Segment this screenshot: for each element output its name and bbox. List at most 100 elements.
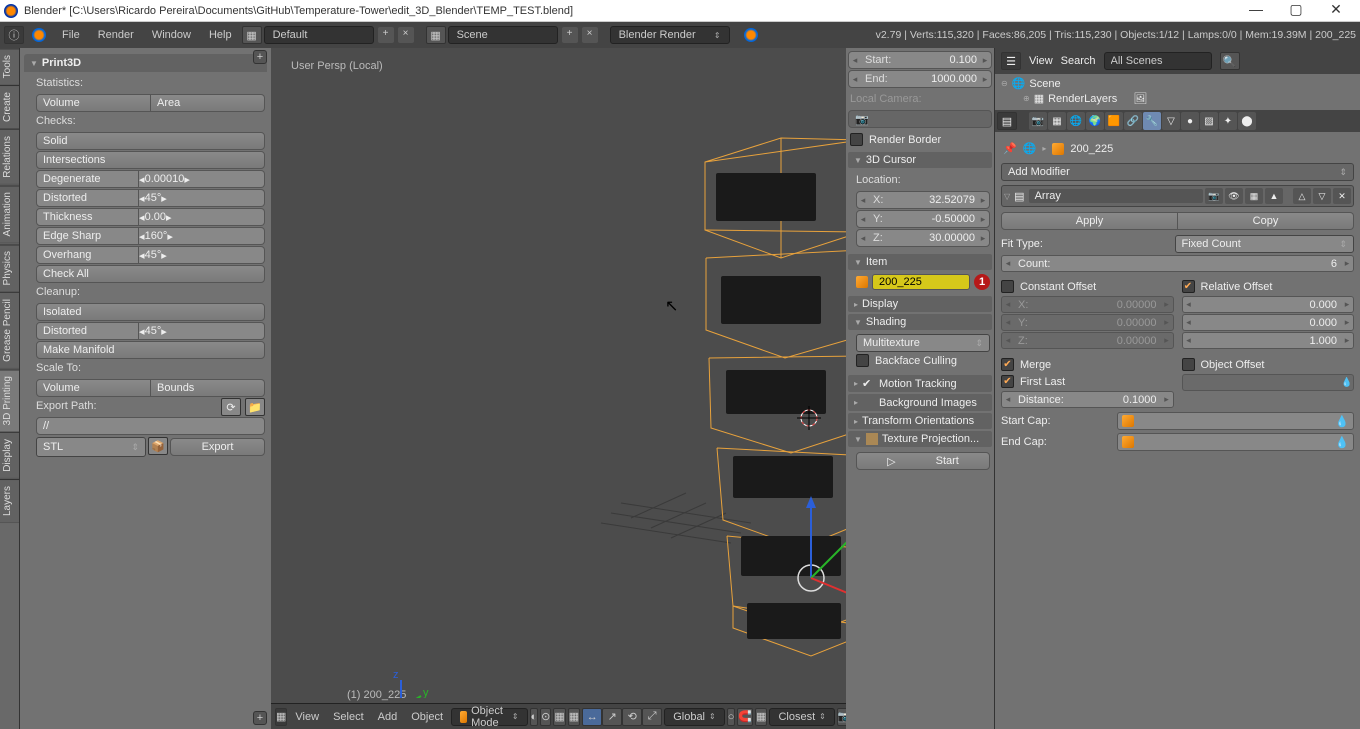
- tab-animation[interactable]: Animation: [0, 185, 19, 243]
- 3d-viewport[interactable]: User Persp (Local) (1) 200_225: [271, 48, 846, 729]
- start-button[interactable]: ▷Start: [856, 452, 990, 470]
- tab-grease-pencil[interactable]: Grease Pencil: [0, 292, 19, 369]
- distorted2-button[interactable]: Distorted: [36, 322, 139, 340]
- tab-constraints[interactable]: 🔗: [1124, 112, 1142, 130]
- distorted-button[interactable]: Distorted: [36, 189, 139, 207]
- motion-tracking-header[interactable]: ▸✔Motion Tracking: [848, 375, 992, 392]
- scene-remove-button[interactable]: ×: [582, 27, 598, 43]
- constant-offset-checkbox[interactable]: [1001, 280, 1014, 293]
- item-header[interactable]: ▼Item: [848, 254, 992, 270]
- item-name-field[interactable]: 200_225: [872, 274, 970, 290]
- outliner-scene-row[interactable]: ⊖🌐Scene: [1001, 76, 1354, 91]
- cursor-z[interactable]: ◂Z:30.00000▸: [856, 229, 990, 247]
- edge-sharp-value[interactable]: ◂160°▸: [139, 227, 265, 245]
- distorted2-value[interactable]: ◂45°▸: [139, 322, 265, 340]
- object-offset-checkbox[interactable]: [1182, 358, 1195, 371]
- folder-icon[interactable]: 📁: [245, 398, 265, 416]
- tab-physics-props[interactable]: ⬤: [1238, 112, 1256, 130]
- degenerate-button[interactable]: Degenerate: [36, 170, 139, 188]
- layout-selector[interactable]: Default: [264, 26, 374, 44]
- scene-add-button[interactable]: +: [562, 27, 578, 43]
- rel-y[interactable]: ◂0.000▸: [1182, 314, 1355, 331]
- refresh-icon[interactable]: ⟳: [221, 398, 241, 416]
- tab-tools[interactable]: Tools: [0, 48, 19, 85]
- outliner-renderlayers-row[interactable]: ⊕▦RenderLayers🖼: [1001, 91, 1354, 106]
- tab-world[interactable]: 🌍: [1086, 112, 1104, 130]
- background-images-header[interactable]: ▸Background Images: [848, 394, 992, 411]
- copy-button[interactable]: Copy: [1178, 212, 1354, 230]
- scale-volume-button[interactable]: Volume: [36, 379, 151, 397]
- translate-icon[interactable]: ↗: [602, 708, 622, 726]
- tab-texture[interactable]: ▨: [1200, 112, 1218, 130]
- render-engine-selector[interactable]: Blender Render ⇕: [610, 26, 730, 44]
- clip-start[interactable]: ◂Start:0.100▸: [848, 51, 992, 69]
- tab-physics[interactable]: Physics: [0, 244, 19, 292]
- menu-add[interactable]: Add: [372, 711, 404, 723]
- scene-selector[interactable]: Scene: [448, 26, 558, 44]
- layout-browse-icon[interactable]: ▦: [242, 26, 262, 44]
- region-toggle-bottom[interactable]: +: [253, 711, 267, 725]
- mod-render-toggle[interactable]: 📷: [1205, 188, 1223, 204]
- start-cap-field[interactable]: 💧: [1117, 412, 1354, 430]
- menu-window[interactable]: Window: [144, 29, 199, 41]
- snap-target-selector[interactable]: Closest⇕: [769, 708, 834, 726]
- eyedropper-icon[interactable]: 💧: [1341, 377, 1353, 388]
- bg-checkbox[interactable]: [862, 396, 875, 409]
- clip-end[interactable]: ◂End:1000.000▸: [848, 70, 992, 88]
- shading-type-selector[interactable]: Multitexture: [856, 334, 990, 352]
- export-settings-icon[interactable]: 📦: [148, 437, 168, 455]
- mod-edit-toggle[interactable]: ▦: [1245, 188, 1263, 204]
- tab-render[interactable]: 📷: [1029, 112, 1047, 130]
- solid-button[interactable]: Solid: [36, 132, 265, 150]
- fit-type-selector[interactable]: Fixed Count: [1175, 235, 1355, 253]
- apply-button[interactable]: Apply: [1001, 212, 1178, 230]
- tab-render-layers[interactable]: ▦: [1048, 112, 1066, 130]
- outliner-editor-icon[interactable]: ☰: [1001, 52, 1021, 70]
- export-button[interactable]: Export: [170, 438, 265, 456]
- close-button[interactable]: ✕: [1316, 1, 1356, 21]
- mod-move-down[interactable]: ▽: [1313, 188, 1331, 204]
- menu-file[interactable]: File: [54, 29, 88, 41]
- thickness-value[interactable]: ◂0.00▸: [139, 208, 265, 226]
- motion-checkbox[interactable]: ✔: [862, 377, 875, 390]
- shading-selector-icon[interactable]: ◐: [530, 708, 539, 726]
- bc-object-name[interactable]: 200_225: [1070, 143, 1113, 155]
- end-cap-field[interactable]: 💧: [1117, 433, 1354, 451]
- degenerate-value[interactable]: ◂0.00010▸: [139, 170, 265, 188]
- cursor-y[interactable]: ◂Y:-0.50000▸: [856, 210, 990, 228]
- modifier-name-field[interactable]: Array: [1029, 189, 1203, 203]
- cursor-x[interactable]: ◂X:32.52079▸: [856, 191, 990, 209]
- tab-3d-printing[interactable]: 3D Printing: [0, 369, 19, 432]
- format-selector[interactable]: STL: [36, 437, 146, 457]
- overhang-button[interactable]: Overhang: [36, 246, 139, 264]
- editor-type-3dview-icon[interactable]: ▦: [275, 708, 287, 726]
- 3d-cursor-header[interactable]: ▼3D Cursor: [848, 152, 992, 168]
- tab-display[interactable]: Display: [0, 432, 19, 479]
- layout-add-button[interactable]: +: [378, 27, 394, 43]
- area-button[interactable]: Area: [151, 94, 265, 112]
- thickness-button[interactable]: Thickness: [36, 208, 139, 226]
- layers-icon-1[interactable]: ▦: [553, 708, 565, 726]
- scale-icon[interactable]: ⤢: [642, 708, 662, 726]
- display-header[interactable]: ▸Display: [848, 296, 992, 312]
- count-field[interactable]: ◂Count:6▸: [1001, 255, 1354, 272]
- rotate-icon[interactable]: ⟲: [622, 708, 642, 726]
- mod-delete[interactable]: ✕: [1333, 188, 1351, 204]
- snap-toggle-icon[interactable]: 🧲: [737, 708, 753, 726]
- menu-render[interactable]: Render: [90, 29, 142, 41]
- merge-checkbox[interactable]: ✔: [1001, 358, 1014, 371]
- menu-help[interactable]: Help: [201, 29, 240, 41]
- distance-field[interactable]: ◂Distance:0.1000▸: [1001, 391, 1174, 408]
- relative-offset-checkbox[interactable]: ✔: [1182, 280, 1195, 293]
- eyedropper-icon-2[interactable]: 💧: [1335, 415, 1349, 428]
- layers-icon-2[interactable]: ▦: [568, 708, 580, 726]
- menu-view[interactable]: View: [289, 711, 325, 723]
- check-all-button[interactable]: Check All: [36, 265, 265, 283]
- outliner-filter-input[interactable]: [1104, 52, 1212, 70]
- snap-element-icon[interactable]: ▦: [755, 708, 767, 726]
- shading-header[interactable]: ▼Shading: [848, 314, 992, 330]
- print3d-header[interactable]: ▼Print3D: [24, 54, 267, 72]
- maximize-button[interactable]: ▢: [1276, 1, 1316, 21]
- layout-remove-button[interactable]: ×: [398, 27, 414, 43]
- texture-projection-header[interactable]: ▼Texture Projection...: [848, 431, 992, 447]
